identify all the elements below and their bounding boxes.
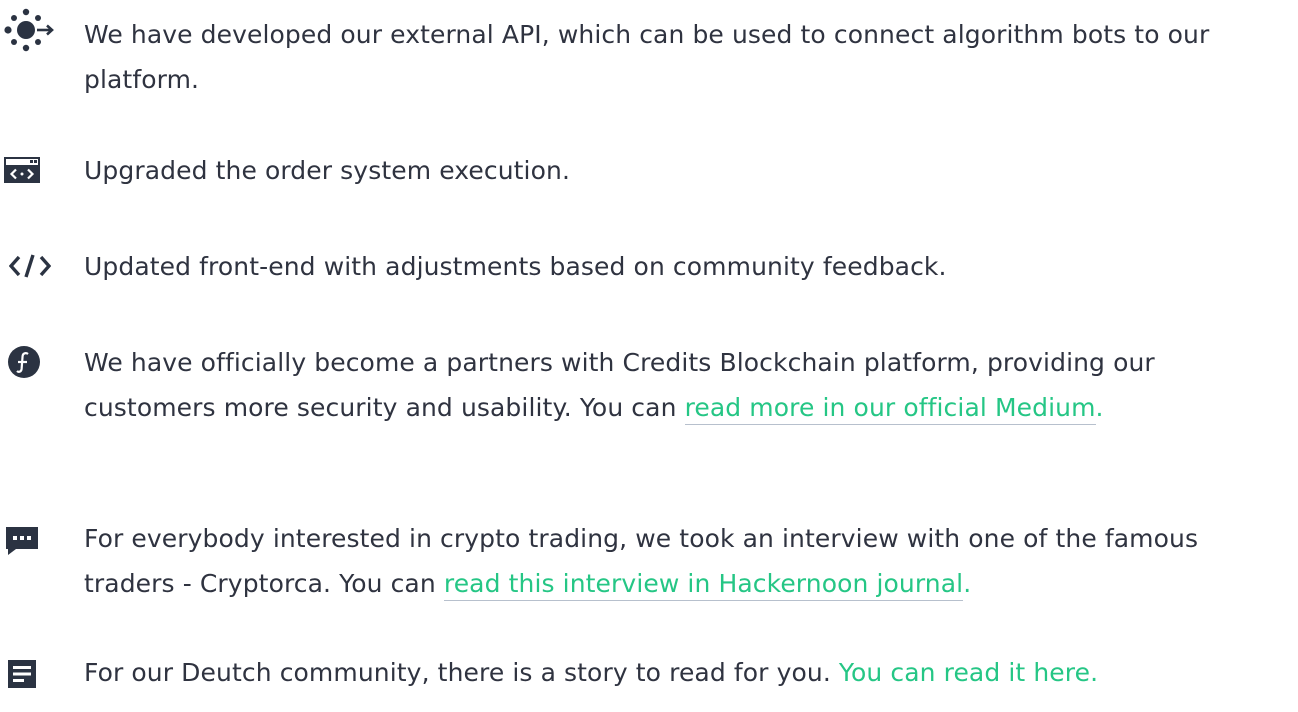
chat-bubble-icon (0, 520, 54, 560)
item-text-interview: For everybody interested in crypto tradi… (84, 516, 1224, 606)
item-text-order-system: Upgraded the order system execution. (84, 156, 570, 185)
code-brackets-icon (0, 246, 62, 286)
item-text-front-end: Updated front-end with adjustments based… (84, 252, 947, 281)
item-text-deutch-body: For our Deutch community, there is a sto… (84, 658, 839, 687)
hackernoon-link[interactable]: read this interview in Hackernoon journa… (443, 569, 964, 601)
item-text-credits-end: . (1095, 393, 1104, 422)
network-nodes-icon (0, 8, 62, 52)
code-window-icon (0, 150, 54, 190)
item-text-api: We have developed our external API, whic… (84, 20, 1210, 94)
medium-link[interactable]: read more in our official Medium (684, 393, 1096, 425)
item-text-credits: We have officially become a partners wit… (84, 340, 1214, 430)
credits-coin-icon (0, 342, 56, 382)
read-it-here-link[interactable]: You can read it here. (839, 658, 1098, 687)
item-text-deutch-story: For our Deutch community, there is a sto… (84, 650, 1289, 695)
document-icon (0, 654, 54, 694)
item-text-interview-end: . (963, 569, 972, 598)
